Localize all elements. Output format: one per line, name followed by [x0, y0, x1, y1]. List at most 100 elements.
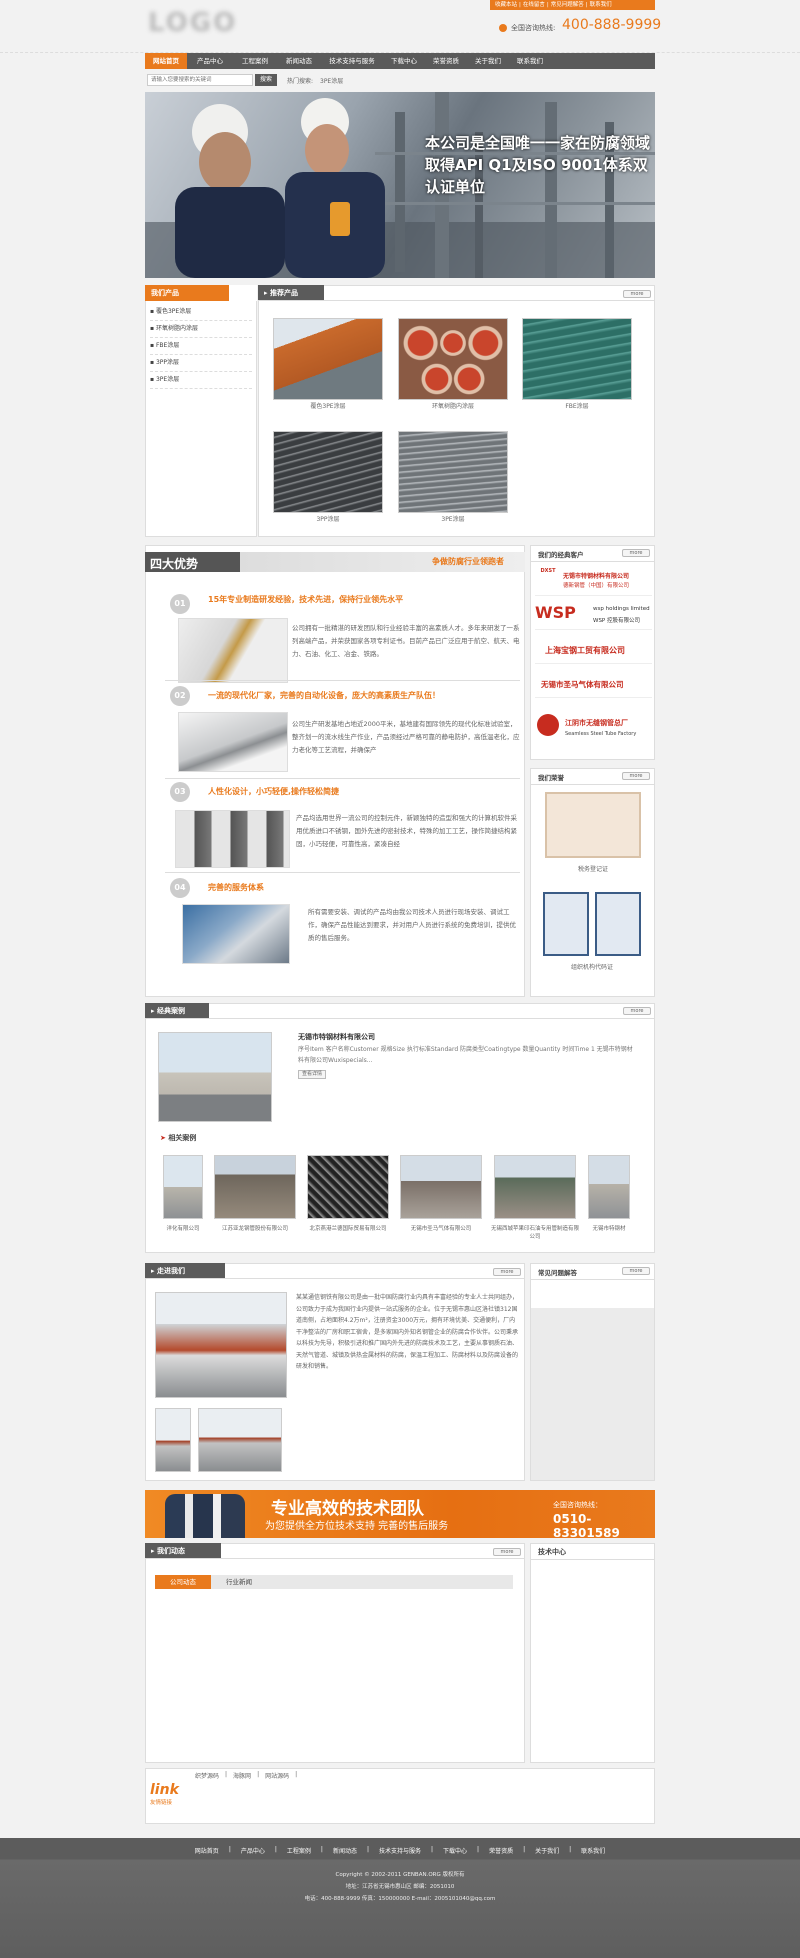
nav-news[interactable]: 新闻动态 — [277, 53, 321, 69]
friend-link[interactable]: 海豚网 — [233, 1771, 251, 1780]
advantage-text: 所有需要安装、调试的产品均由我公司技术人员进行现场安装、调试工作，确保产品性能达… — [308, 908, 516, 942]
hot-search-term[interactable]: 3PE涂层 — [320, 76, 343, 85]
hotline-label: 全国咨询热线: — [511, 24, 556, 32]
product-thumb[interactable] — [522, 318, 632, 400]
footer-link[interactable]: 技术支持与服务 — [379, 1846, 421, 1855]
nav-cases[interactable]: 工程案例 — [233, 53, 277, 69]
related-case-caption[interactable]: 无锡市特钢材 — [584, 1224, 634, 1232]
advantage-number-badge: 02 — [170, 686, 190, 706]
footer-address: 地址：江苏省无锡市惠山区 邮编：2051010 — [345, 1884, 455, 1890]
footer-link[interactable]: 下载中心 — [443, 1846, 467, 1855]
footer-link[interactable]: 产品中心 — [241, 1846, 265, 1855]
cases-more-button[interactable]: more — [623, 1007, 651, 1015]
sidebar-product-item[interactable]: ▪ FBE涂层 — [150, 338, 252, 355]
nav-support[interactable]: 技术支持与服务 — [321, 53, 383, 69]
certificate-image[interactable] — [543, 892, 589, 956]
footer-contact: 电话：400-888-9999 传真：150000000 E-mail：2005… — [304, 1896, 496, 1902]
certificate-caption[interactable]: 组织机构代码证 — [543, 962, 641, 971]
client-logo[interactable]: WSP wsp holdings limited WSP 控股有限公司 — [535, 600, 652, 630]
nav-products[interactable]: 产品中心 — [187, 53, 233, 69]
nav-about[interactable]: 关于我们 — [467, 53, 509, 69]
product-caption[interactable]: 3PP涂层 — [273, 514, 383, 523]
related-case-caption[interactable]: 无锡西城苹果印石油专用管制造有限公司 — [490, 1224, 580, 1240]
product-caption[interactable]: 覆色3PE涂层 — [273, 401, 383, 410]
footer-link[interactable]: 工程案例 — [287, 1846, 311, 1855]
advantage-number-badge: 03 — [170, 782, 190, 802]
case-detail-button[interactable]: 查看详情 — [298, 1070, 326, 1079]
sidebar-product-item[interactable]: ▪ 覆色3PE涂层 — [150, 304, 252, 321]
nav-contact[interactable]: 联系我们 — [509, 53, 551, 69]
promo-people-image — [165, 1494, 245, 1538]
product-thumb[interactable] — [273, 431, 383, 513]
product-caption[interactable]: 3PE涂层 — [398, 514, 508, 523]
related-case-thumb[interactable] — [494, 1155, 576, 1219]
sidebar-product-item[interactable]: ▪ 3PE涂层 — [150, 372, 252, 389]
banner-line-3: 认证单位 — [425, 178, 486, 196]
about-thumb[interactable] — [198, 1408, 282, 1472]
top-link-bookmark[interactable]: 收藏本站 — [495, 1, 517, 9]
search-button[interactable]: 搜索 — [255, 74, 277, 86]
related-case-thumb[interactable] — [163, 1155, 203, 1219]
featured-case-title[interactable]: 无锡市特钢材料有限公司 — [298, 1032, 375, 1042]
certificate-image[interactable] — [545, 792, 641, 858]
product-thumb[interactable] — [398, 431, 508, 513]
client-logo[interactable]: 无锡市圣马气体有限公司 — [535, 670, 652, 698]
product-thumb[interactable] — [398, 318, 508, 400]
footer-link[interactable]: 新闻动态 — [333, 1846, 357, 1855]
product-sidebar-title: 我们产品 — [145, 285, 257, 301]
search-input[interactable] — [147, 74, 253, 86]
related-case-thumb[interactable] — [400, 1155, 482, 1219]
related-case-thumb[interactable] — [588, 1155, 630, 1219]
client-logo[interactable]: 上海宝钢工贸有限公司 — [535, 636, 652, 664]
advantage-heading: 人性化设计，小巧轻便,操作轻松简捷 — [208, 787, 340, 796]
clients-title: 我们的经典客户 — [538, 551, 584, 559]
related-case-caption[interactable]: 洋化有限公司 — [155, 1224, 211, 1232]
advantage-image — [178, 618, 288, 683]
tab-company-news[interactable]: 公司动态 — [155, 1575, 211, 1589]
featured-case-image[interactable] — [158, 1032, 272, 1122]
client-logo[interactable]: 江阴市无缝钢管总厂 Seamless Steel Tube Factory — [535, 710, 652, 750]
related-case-thumb[interactable] — [307, 1155, 389, 1219]
footer-link[interactable]: 关于我们 — [535, 1846, 559, 1855]
top-link-contact[interactable]: 联系我们 — [590, 1, 612, 9]
product-caption[interactable]: FBE涂层 — [522, 401, 632, 410]
friend-link[interactable]: 织梦源码 — [195, 1771, 219, 1780]
cases-title: ▸ 经典案例 — [145, 1003, 209, 1019]
logo[interactable]: LOGO — [148, 8, 237, 38]
top-link-faq[interactable]: 常见问题解答 — [551, 1, 584, 9]
certificate-image[interactable] — [595, 892, 641, 956]
related-case-caption[interactable]: 北京燕港兰德国际贸易有限公司 — [303, 1224, 393, 1232]
clients-more-button[interactable]: more — [622, 549, 650, 557]
nav-download[interactable]: 下载中心 — [383, 53, 425, 69]
nav-honors[interactable]: 荣誉资质 — [425, 53, 467, 69]
footer-link[interactable]: 网站首页 — [195, 1846, 219, 1855]
advantages-slogan: 争做防腐行业领跑者 — [432, 557, 504, 566]
related-case-thumb[interactable] — [214, 1155, 296, 1219]
honors-more-button[interactable]: more — [622, 772, 650, 780]
footer-link[interactable]: 联系我们 — [581, 1846, 605, 1855]
footer-link[interactable]: 荣誉资质 — [489, 1846, 513, 1855]
sidebar-product-item[interactable]: ▪ 3PP涂层 — [150, 355, 252, 372]
related-case-caption[interactable]: 江苏亚龙钢管股份有限公司 — [212, 1224, 298, 1232]
nav-home[interactable]: 网站首页 — [145, 53, 187, 69]
client-logo[interactable]: DXST 无锡市特钢材料有限公司 德新钢管（中国）有限公司 — [535, 566, 652, 596]
honors-title: 我们荣誉 — [538, 774, 564, 782]
top-link-message[interactable]: 在线留言 — [523, 1, 545, 9]
faq-more-button[interactable]: more — [622, 1267, 650, 1275]
recommended-more-button[interactable]: more — [623, 290, 651, 298]
news-more-button[interactable]: more — [493, 1548, 521, 1556]
friend-links-logo: link 友情链接 — [150, 1782, 179, 1806]
product-thumb[interactable] — [273, 318, 383, 400]
related-case-caption[interactable]: 无锡市圣马气体有限公司 — [396, 1224, 486, 1232]
promo-hotline-number: 0510-83301589 — [553, 1512, 620, 1538]
client-logo-mark: WSP — [535, 603, 576, 622]
about-thumb[interactable] — [155, 1408, 191, 1472]
certificate-caption[interactable]: 税务登记证 — [545, 864, 641, 873]
sidebar-product-item[interactable]: ▪ 环氧树脂内涂层 — [150, 321, 252, 338]
product-caption[interactable]: 环氧树脂内涂层 — [398, 401, 508, 410]
client-logo-mark: DXST — [540, 568, 556, 574]
about-title: ▸ 走进我们 — [145, 1263, 225, 1279]
about-more-button[interactable]: more — [493, 1268, 521, 1276]
friend-link[interactable]: 网站源码 — [265, 1771, 289, 1780]
tab-industry-news[interactable]: 行业新闻 — [214, 1575, 264, 1589]
